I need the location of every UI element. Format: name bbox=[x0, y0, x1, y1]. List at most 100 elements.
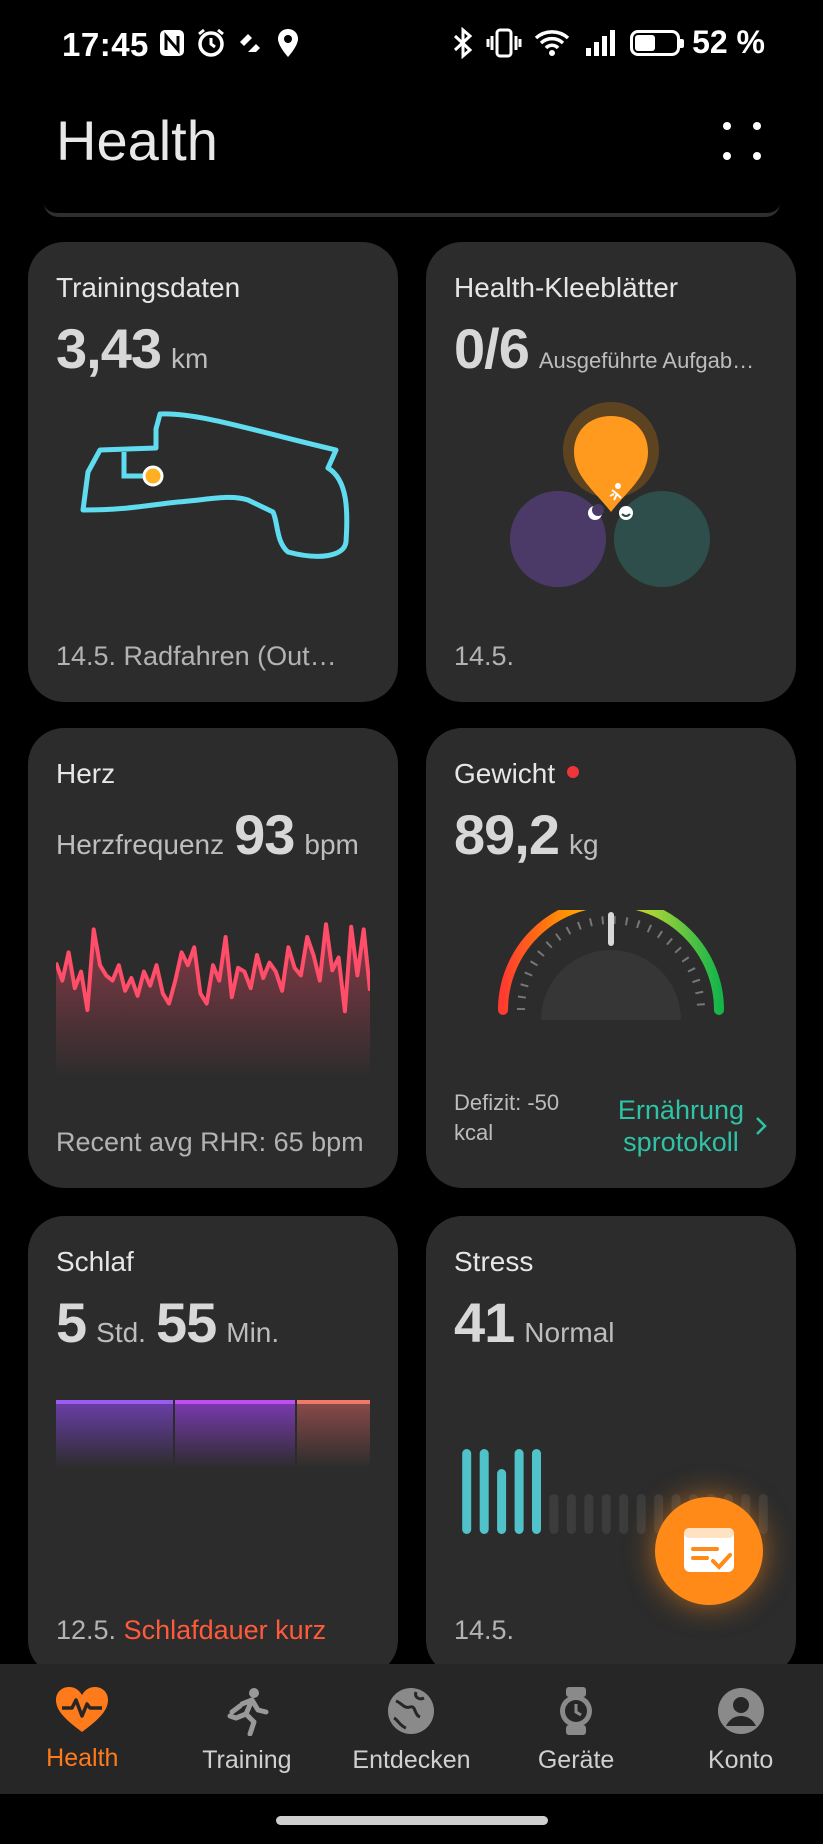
tab-health-label: Health bbox=[46, 1744, 119, 1772]
stress-card-title: Stress bbox=[454, 1246, 534, 1277]
alarm-icon bbox=[198, 28, 224, 57]
stress-bar bbox=[514, 1449, 524, 1534]
stress-bar bbox=[497, 1469, 507, 1534]
task-checklist-fab[interactable] bbox=[655, 1497, 763, 1605]
route-path bbox=[80, 411, 350, 559]
home-gesture-bar[interactable] bbox=[276, 1816, 548, 1825]
sleep-hours: 5 bbox=[56, 1291, 87, 1354]
sleep-footer: 12.5. Schlafdauer kurz bbox=[56, 1615, 326, 1646]
nutrition-log-link[interactable]: Ernährung sprotokoll bbox=[618, 1094, 768, 1158]
clover-card[interactable]: Health-Kleeblätter 0/6 Ausgeführte Aufga… bbox=[426, 242, 796, 702]
stress-bar-empty bbox=[549, 1494, 559, 1534]
weight-unit: kg bbox=[569, 829, 599, 860]
weight-deficit: Defizit: -50 kcal bbox=[454, 1090, 560, 1145]
battery-percent: 52 % bbox=[692, 24, 765, 60]
sleep-minutes-unit: Min. bbox=[226, 1317, 280, 1348]
scroll-edge-divider bbox=[44, 203, 780, 217]
wifi-icon bbox=[534, 29, 570, 56]
sleep-footer-date: 12.5. bbox=[56, 1615, 117, 1645]
stress-bar-empty bbox=[636, 1494, 646, 1534]
bottom-tab-bar: Health Training Entdecken Geräte Konto bbox=[0, 1664, 823, 1794]
sleep-metric: 5 Std. 55 Min. bbox=[56, 1290, 279, 1355]
sleep-hours-unit: Std. bbox=[96, 1317, 146, 1348]
sleep-stage-deep bbox=[56, 1402, 173, 1468]
tab-discover[interactable]: Entdecken bbox=[329, 1664, 494, 1794]
stress-bar-empty bbox=[566, 1494, 576, 1534]
weight-value: 89,2 bbox=[454, 803, 560, 866]
heart-metric: Herzfrequenz 93 bpm bbox=[56, 802, 359, 867]
location-icon bbox=[278, 29, 298, 57]
watch-icon bbox=[560, 1687, 593, 1735]
training-metric: 3,43 km bbox=[56, 316, 208, 381]
training-card-title: Trainingsdaten bbox=[56, 272, 241, 303]
weight-card-title: Gewicht bbox=[454, 758, 580, 790]
training-distance: 3,43 bbox=[56, 317, 162, 380]
heart-rate-label: Herzfrequenz bbox=[56, 829, 225, 860]
tab-discover-label: Entdecken bbox=[352, 1746, 471, 1774]
sleep-warning: Schlafdauer kurz bbox=[123, 1615, 327, 1645]
stress-value: 41 bbox=[454, 1291, 515, 1354]
gauge-needle bbox=[608, 912, 614, 946]
tab-account[interactable]: Konto bbox=[658, 1664, 823, 1794]
status-time: 17:45 bbox=[62, 26, 149, 63]
bluetooth-icon bbox=[454, 26, 473, 59]
health-sync-icon bbox=[240, 34, 260, 52]
weight-card[interactable]: Gewicht 89,2 kg Defizit: -50 kcal Ernähr… bbox=[426, 728, 796, 1188]
sleep-minutes: 55 bbox=[155, 1291, 217, 1354]
heart-footer: Recent avg RHR: 65 bpm bbox=[56, 1127, 364, 1157]
battery-icon bbox=[630, 29, 685, 56]
tab-devices[interactable]: Geräte bbox=[494, 1664, 659, 1794]
weight-title-text: Gewicht bbox=[454, 758, 556, 789]
training-card[interactable]: Trainingsdaten 3,43 km 14.5. Radfahren (… bbox=[28, 242, 398, 702]
heart-rate-chart bbox=[56, 922, 370, 1078]
training-footer: 14.5. Radfahren (Out… bbox=[56, 641, 337, 671]
signal-icon bbox=[586, 29, 616, 56]
sleep-card-title: Schlaf bbox=[56, 1246, 134, 1277]
heart-card[interactable]: Herz Herzfrequenz 93 bpm Recent avg RHR:… bbox=[28, 728, 398, 1188]
stress-bar bbox=[479, 1449, 489, 1534]
globe-icon bbox=[388, 1688, 435, 1734]
clover-card-title: Health-Kleeblätter bbox=[454, 272, 679, 303]
vibrate-icon bbox=[486, 28, 522, 57]
tab-training-label: Training bbox=[202, 1746, 292, 1774]
stress-bar-empty bbox=[584, 1494, 594, 1534]
heart-card-title: Herz bbox=[56, 758, 116, 789]
heart-rate-value: 93 bbox=[234, 803, 295, 866]
heart-pulse-icon bbox=[56, 1687, 109, 1732]
status-right-icons: 52 % bbox=[452, 24, 765, 61]
clover-metric: 0/6 Ausgeführte Aufgab… bbox=[454, 316, 754, 381]
stress-label: Normal bbox=[524, 1317, 615, 1348]
more-menu-button[interactable] bbox=[723, 122, 763, 162]
heart-rate-unit: bpm bbox=[304, 829, 359, 860]
sleep-card[interactable]: Schlaf 5 Std. 55 Min. 12.5. Schlafdauer … bbox=[28, 1216, 398, 1676]
page-title: Health bbox=[56, 109, 218, 172]
account-icon bbox=[717, 1688, 764, 1734]
clover-label: Ausgeführte Aufgab… bbox=[538, 348, 755, 373]
stress-bar bbox=[462, 1449, 472, 1534]
tab-health[interactable]: Health bbox=[0, 1664, 165, 1794]
tab-training[interactable]: Training bbox=[165, 1664, 330, 1794]
clover-graphic bbox=[510, 402, 710, 587]
sleep-stages-chart bbox=[56, 1400, 370, 1468]
chevron-right-icon bbox=[756, 1117, 767, 1135]
clover-footer: 14.5. bbox=[454, 641, 515, 671]
status-left-icons bbox=[158, 28, 300, 58]
sleep-stage-rem bbox=[297, 1402, 370, 1468]
weight-gauge bbox=[498, 910, 724, 1020]
stress-footer: 14.5. bbox=[454, 1615, 515, 1645]
sleep-stage-light bbox=[175, 1402, 295, 1468]
stress-bar-empty bbox=[619, 1494, 629, 1534]
stress-bar bbox=[532, 1449, 541, 1534]
battery-fill bbox=[635, 34, 655, 51]
status-bar: 17:45 52 % bbox=[0, 0, 823, 90]
runner-icon bbox=[227, 1688, 269, 1736]
clover-value: 0/6 bbox=[454, 317, 530, 380]
route-map bbox=[80, 411, 350, 559]
route-end-marker bbox=[142, 465, 164, 487]
nutrition-link-line2: sprotokoll bbox=[623, 1127, 739, 1157]
notification-dot bbox=[567, 765, 580, 778]
nfc-icon bbox=[160, 30, 184, 56]
training-unit: km bbox=[171, 343, 209, 374]
stress-bar-empty bbox=[601, 1494, 611, 1534]
stress-card[interactable]: Stress 41 Normal 14.5. bbox=[426, 1216, 796, 1676]
